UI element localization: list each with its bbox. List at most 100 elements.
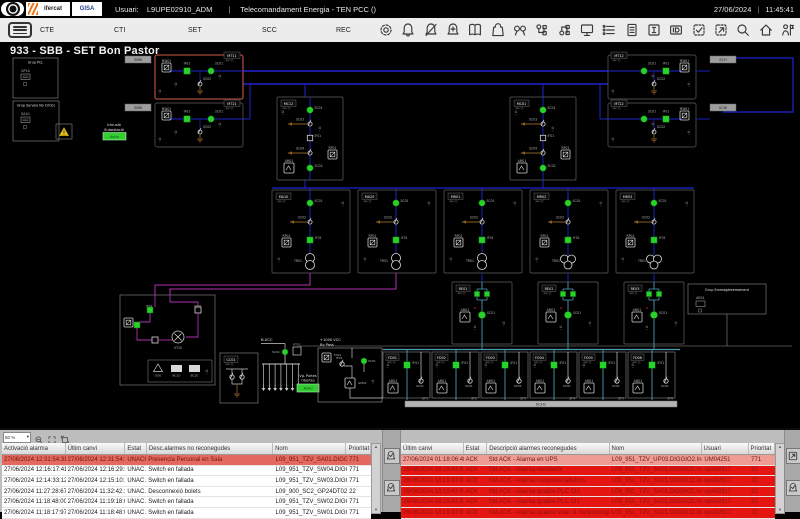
svg-text:RP01: RP01 xyxy=(455,234,463,238)
column-header[interactable]: Estat xyxy=(464,443,488,454)
bell-slash-icon[interactable] xyxy=(423,22,439,38)
feeder-bay-FD04[interactable]: FD04IF01SC01AM01SF4 xyxy=(530,350,577,401)
id-box-icon[interactable] xyxy=(668,22,684,38)
alarm-cell: Switch en fallada xyxy=(146,466,273,476)
column-header[interactable]: Últim canvi xyxy=(66,443,126,454)
acknowledge-selected-button[interactable] xyxy=(786,480,800,496)
column-header[interactable]: Prioritat xyxy=(346,443,371,454)
alarm-row[interactable]: 27/06/2024 12:31:54:31127/06/2024 12:31:… xyxy=(2,455,371,466)
line-bay-MT22[interactable]: MW01IF01SC01SC02MT22SCW xyxy=(608,100,736,147)
menu-item-cte[interactable]: CTE xyxy=(40,27,114,34)
menu-item-set[interactable]: SET xyxy=(188,27,262,34)
group-storage-box[interactable]: Grup EmmagatzemamentAR01 xyxy=(688,284,766,314)
check-dashed-icon[interactable] xyxy=(691,22,707,38)
svg-text:SC01: SC01 xyxy=(573,311,581,315)
home-icon[interactable] xyxy=(758,22,774,38)
expand-table-button[interactable] xyxy=(47,432,57,442)
unacknowledged-alarms-table[interactable]: Activació alarmaÚltim canviEstatDesc.ala… xyxy=(2,443,371,519)
alarm-cell: Std ACK - Alarma comporta tallafocs xyxy=(487,476,610,486)
rectifier-bay-RE01[interactable]: RE01SC01AM01 xyxy=(452,282,512,350)
svg-text:MW01: MW01 xyxy=(680,107,690,111)
text-box-icon[interactable] xyxy=(646,22,662,38)
alarm-row[interactable]: 27/06/2024 12:16:17:41027/06/2024 12:16:… xyxy=(2,466,371,477)
feeder-bay-FD03[interactable]: FD03IF01SC01AM01SF3 xyxy=(481,350,528,401)
rectifier-bay-RE03[interactable]: RE03SC01AM01 xyxy=(624,282,684,350)
column-header[interactable]: Prioritat xyxy=(749,443,775,454)
line-bay-MT12[interactable]: MW01IF01SC01SC02MT12SCH xyxy=(608,52,736,99)
bell-plus-icon[interactable] xyxy=(445,22,461,38)
acknowledged-alarms-table[interactable]: Últim canviEstatDescripció alarmes recon… xyxy=(401,443,775,519)
column-header[interactable]: Estat xyxy=(125,443,147,454)
column-header[interactable]: Descripció alarmes reconegudes xyxy=(487,443,609,454)
person-flag-icon[interactable] xyxy=(780,22,796,38)
gear-icon[interactable] xyxy=(378,22,394,38)
battery-charger-box[interactable]: CC01 xyxy=(220,353,258,403)
monitor-icon[interactable] xyxy=(579,22,595,38)
tertiary-services-box[interactable]: VT10IF01SC01G06BC10BC20 xyxy=(120,295,215,385)
rectifier-bay-RE02[interactable]: RE02SC01AM01 xyxy=(538,282,598,350)
alarm-cell: Desconnexió bolets xyxy=(146,487,273,497)
icon-toolbar xyxy=(378,18,796,42)
doc-icon[interactable] xyxy=(624,22,640,38)
svg-text:FD04: FD04 xyxy=(535,356,544,360)
portes-state-button[interactable]: Actiu xyxy=(297,384,319,392)
coupler-bay-MC12[interactable]: MC12SC01SC03IF01SC04RP01SC02AM01 xyxy=(277,97,343,180)
acknowledge-all-button[interactable] xyxy=(384,480,400,496)
feeder-bay-FD06[interactable]: FD06IF01SC01AM01SF6 xyxy=(628,350,675,401)
column-header[interactable]: Nom xyxy=(610,443,702,454)
line-bay-MT11[interactable]: MW01IF01SC01SC02MT11SMB xyxy=(125,52,243,99)
dc-distribution[interactable]: B-VCCSC01RT01Vg. PortesObertes xyxy=(261,337,317,391)
share-alt-icon[interactable] xyxy=(557,22,573,38)
feeder-bay-FD02[interactable]: FD02IF01SC01AM01SF2 xyxy=(432,350,479,401)
alarm-row[interactable]: 26/06/2024 18:19:43:870ACKStd ACK - Alar… xyxy=(401,466,775,477)
column-header[interactable]: Usuari xyxy=(702,443,749,454)
bag-icon[interactable] xyxy=(490,22,506,38)
alarm-row[interactable]: 26/06/2024 18:19:43:870ACKStd ACK - Alar… xyxy=(401,476,775,487)
menu-item-cti[interactable]: CTI xyxy=(114,27,188,34)
intrusion-state-button[interactable]: Actiu xyxy=(103,133,126,141)
feeder-bay-FD01[interactable]: FD01IF01SC01AM01SF1 xyxy=(383,350,430,401)
column-header[interactable]: Nom xyxy=(273,443,346,454)
acknowledge-alarms-button[interactable] xyxy=(384,448,400,464)
transformer-bay-MR02[interactable]: MR02SC01SC02IF01RP01TR01 xyxy=(530,190,608,273)
group-pcl-box[interactable]: Grup PCLGP10 xyxy=(13,58,58,98)
zoom-select[interactable]: 50 %▾ xyxy=(3,432,31,443)
ribbon-icon[interactable] xyxy=(512,22,528,38)
bypass-panel[interactable]: +1000 VCCBy PassFA01IF01SC01GM01 xyxy=(318,338,383,402)
line-bay-MT21[interactable]: MW01IF01SC01SC02MT21SMB xyxy=(125,100,243,147)
group-serveis-box[interactable]: Grup Serveis No CríticsSA10 xyxy=(13,101,59,141)
column-header[interactable]: Últim canvi xyxy=(401,443,464,454)
book-icon[interactable] xyxy=(467,22,483,38)
svg-text:IF01: IF01 xyxy=(609,361,616,365)
select-dashed-icon[interactable] xyxy=(713,22,729,38)
bell-icon[interactable] xyxy=(400,22,416,38)
transformer-bay-MR03[interactable]: MR03SC01SC02IF01RP01TR01 xyxy=(616,190,694,273)
open-alarm-list-button[interactable] xyxy=(786,448,800,464)
feeder-bay-FD05[interactable]: FD05IF01SC01AM01SF5 xyxy=(579,350,626,401)
magnifier-icon[interactable] xyxy=(735,22,751,38)
alarm-row[interactable]: 27/06/2024 12:14:33:12127/06/2024 12:15:… xyxy=(2,476,371,487)
transformer-bay-MA20[interactable]: MA20SC01SC02IF01RP01TR01 xyxy=(358,190,436,273)
busbar-110kv xyxy=(243,58,793,203)
transformer-bay-MA10[interactable]: MA10SC01SC02IF01RP01TR01 xyxy=(272,190,350,273)
share-icon[interactable] xyxy=(534,22,550,38)
left-table-scrollbar[interactable]: ▲▼ xyxy=(371,443,381,514)
menu-item-scc[interactable]: SCC xyxy=(262,27,336,34)
svg-text:RE02: RE02 xyxy=(545,287,554,291)
svg-text:IF01: IF01 xyxy=(184,62,191,66)
svg-text:TR01: TR01 xyxy=(379,259,388,263)
column-header[interactable]: Desc.alarmes no reconegudes xyxy=(147,443,273,454)
hamburger-menu-button[interactable] xyxy=(8,22,32,38)
coupler-bay-MC01[interactable]: MC01SC01SC03IF01SC04RP01SC02AM01 xyxy=(510,97,576,180)
alarm-row[interactable]: 26/06/2024 18:19:43:870ACKStd ACK - Alar… xyxy=(401,487,775,498)
alarm-row[interactable]: 27/06/2024 11:18:48:00627/06/2024 11:19:… xyxy=(2,497,371,508)
zoom-out-button[interactable] xyxy=(34,432,44,442)
alarm-row[interactable]: 26/06/2024 18:19:43:870ACKStd ACK - Alar… xyxy=(401,497,775,508)
alarm-row[interactable]: 27/06/2024 11:27:28:67827/06/2024 11:32:… xyxy=(2,487,371,498)
fit-table-button[interactable] xyxy=(60,432,70,442)
list-icon[interactable] xyxy=(601,22,617,38)
column-header[interactable]: Activació alarma xyxy=(2,443,66,454)
svg-text:RT01: RT01 xyxy=(293,343,301,347)
alarm-row[interactable]: 27/06/2024 01:18:06:485ACKStd ACK - Alar… xyxy=(401,455,775,466)
transformer-bay-MR01[interactable]: MR01SC01SC02IF01RP01TR01 xyxy=(444,190,522,273)
